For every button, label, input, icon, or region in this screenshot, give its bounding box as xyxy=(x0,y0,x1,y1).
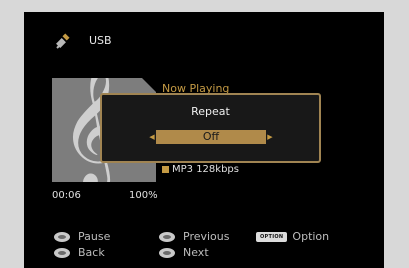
hint-next: Next xyxy=(159,246,209,259)
screen-frame: USB 𝄞 Now Playing MP3 128kbps 00:06 100%… xyxy=(0,0,409,268)
art-corner xyxy=(142,78,156,92)
hint-pause: Pause xyxy=(54,230,110,243)
left-arrow-icon[interactable]: ◀ xyxy=(148,130,156,144)
hint-next-label: Next xyxy=(183,246,209,259)
hint-pause-label: Pause xyxy=(78,230,111,243)
usb-plug-icon xyxy=(56,33,70,49)
format-info: MP3 128kbps xyxy=(162,164,239,175)
hint-previous-label: Previous xyxy=(183,230,230,243)
button-hints: Pause Back Previous Next OPTION Option xyxy=(54,230,374,266)
hint-back: Back xyxy=(54,246,105,259)
option-badge: OPTION xyxy=(256,231,288,242)
dialog-title: Repeat xyxy=(191,105,230,118)
remote-button-icon xyxy=(54,247,70,258)
playback-screen: USB 𝄞 Now Playing MP3 128kbps 00:06 100%… xyxy=(24,12,384,268)
hint-back-label: Back xyxy=(78,246,105,259)
remote-button-icon xyxy=(159,231,175,242)
repeat-dialog: Repeat ◀ Off ▶ xyxy=(100,93,321,163)
source-label: USB xyxy=(89,34,112,47)
repeat-value[interactable]: Off xyxy=(156,130,266,144)
progress-percent: 100% xyxy=(129,190,158,201)
hint-option-label: Option xyxy=(292,230,330,243)
remote-button-icon xyxy=(159,247,175,258)
hint-option: OPTION Option xyxy=(256,230,329,243)
right-arrow-icon[interactable]: ▶ xyxy=(266,130,274,144)
audio-format-icon xyxy=(162,166,169,173)
format-label: MP3 128kbps xyxy=(172,164,239,175)
elapsed-time: 00:06 xyxy=(52,190,81,201)
repeat-selector[interactable]: ◀ Off ▶ xyxy=(148,130,274,144)
hint-previous: Previous xyxy=(159,230,230,243)
remote-button-icon xyxy=(54,231,70,242)
